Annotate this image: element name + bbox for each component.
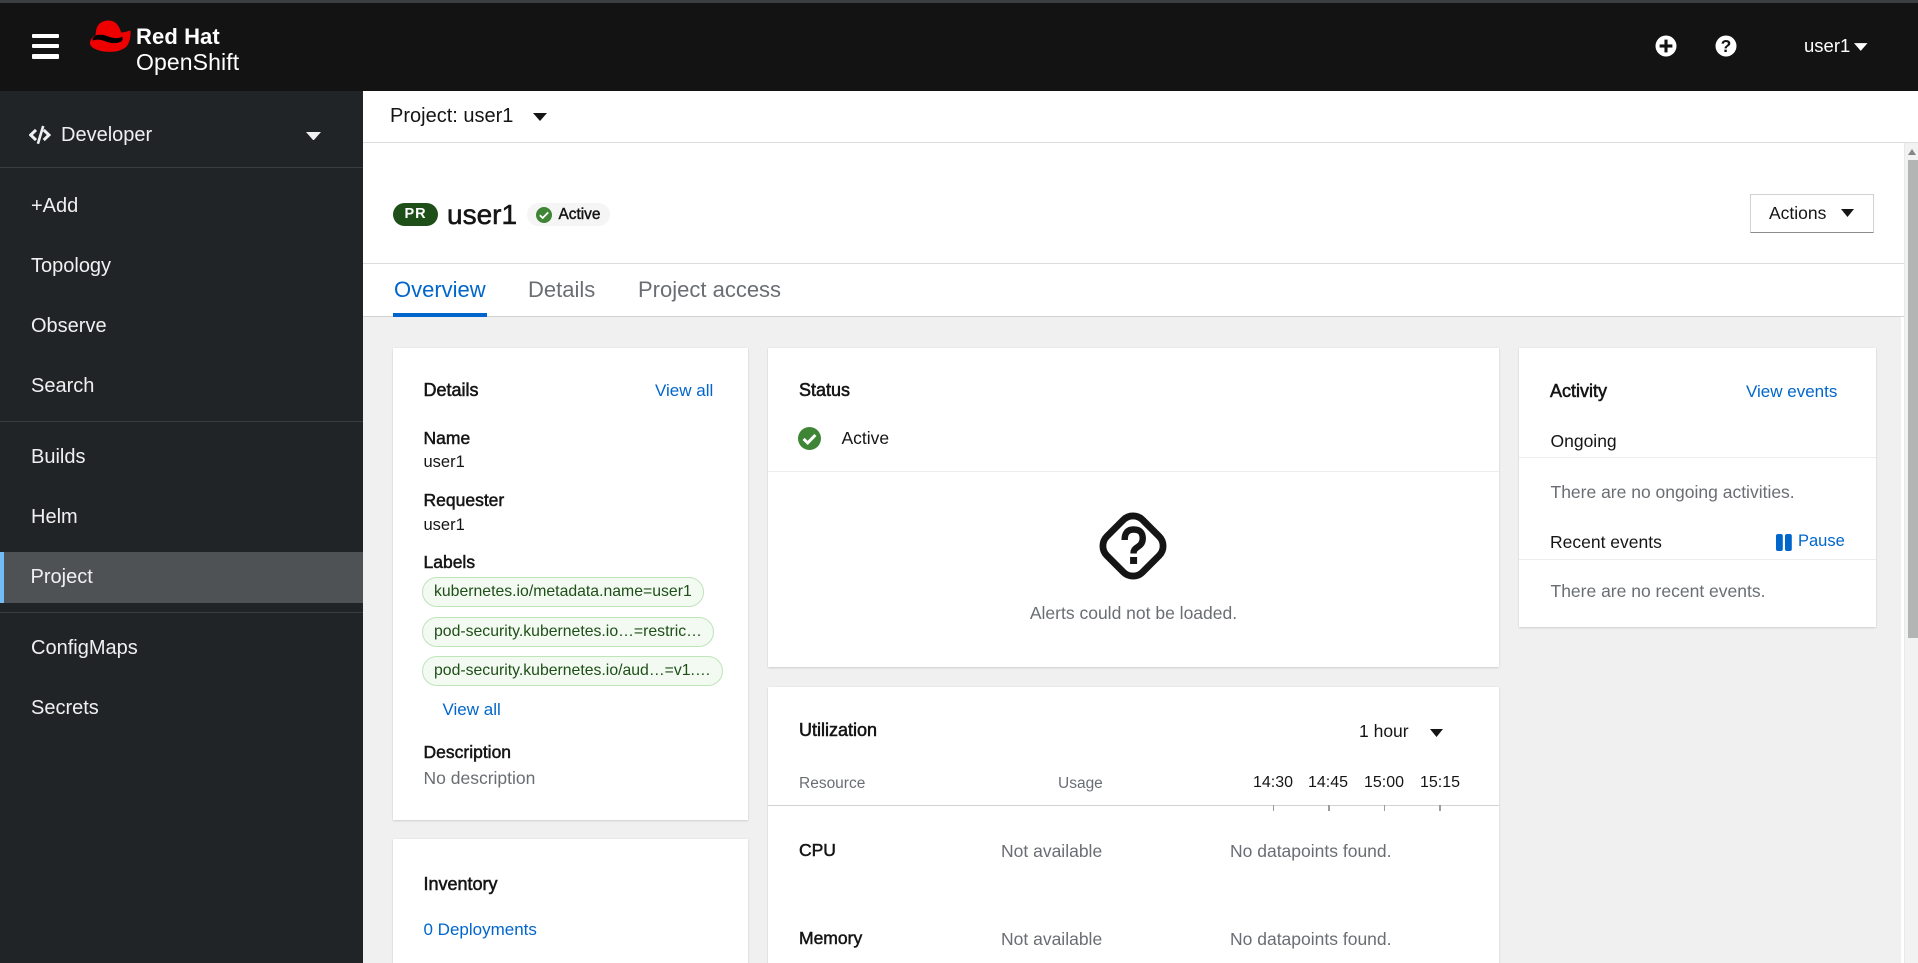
- svg-text:?: ?: [1721, 36, 1732, 56]
